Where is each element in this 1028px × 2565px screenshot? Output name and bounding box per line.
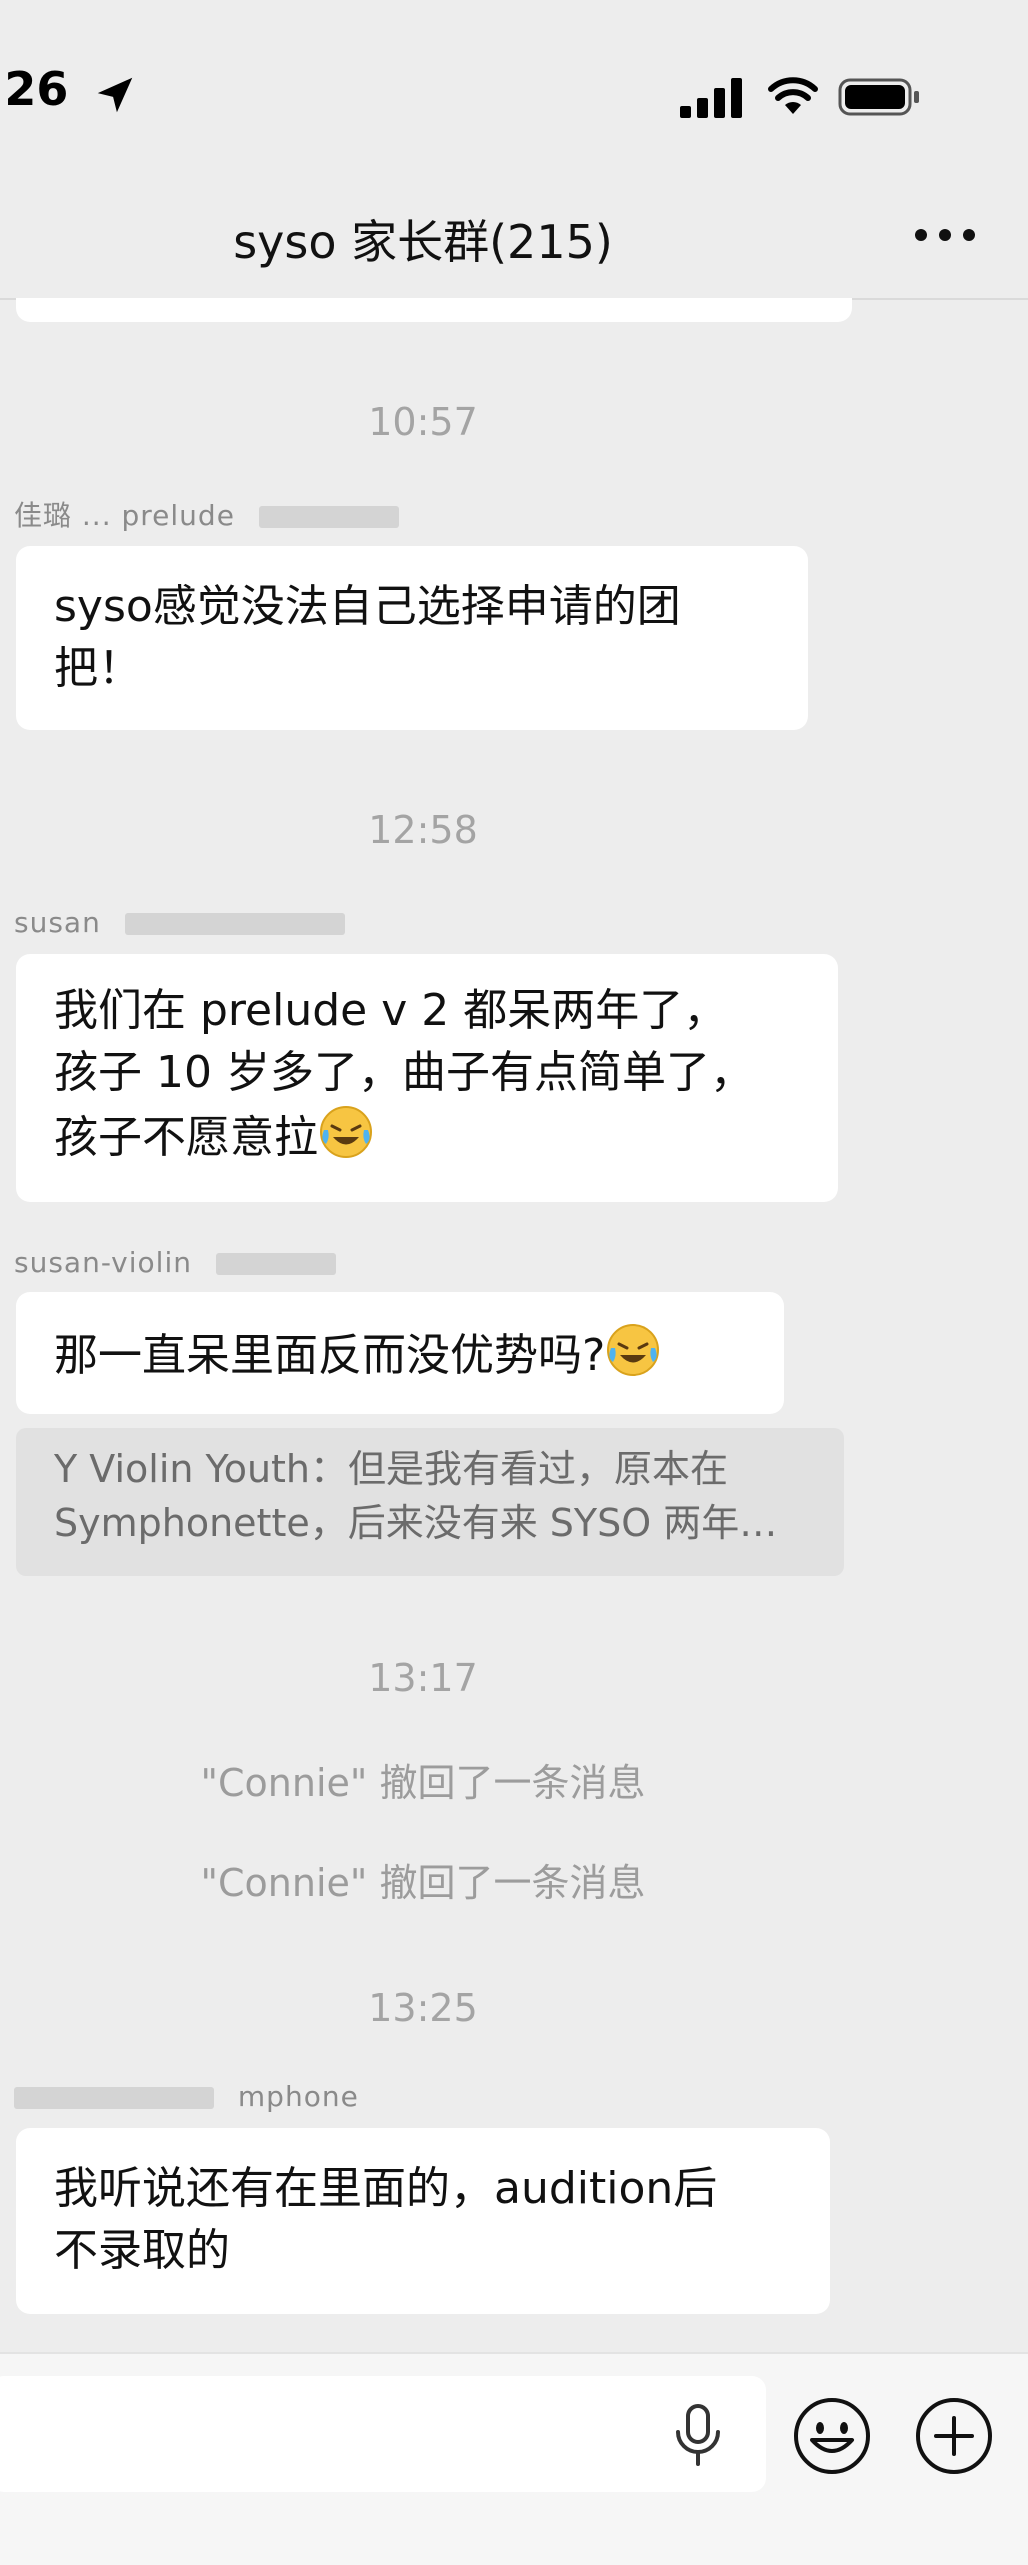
message-text: 孩子不愿意拉 [54, 1112, 318, 1163]
sender-name-text: susan [14, 906, 101, 939]
previous-message-bubble[interactable] [16, 298, 852, 322]
message-bubble[interactable]: 那一直呆里面反而没优势吗? [16, 1292, 784, 1414]
timestamp: 12:58 [368, 808, 478, 852]
crying-laughing-emoji-icon [320, 1106, 372, 1158]
message-text: 不录取的 [54, 2225, 230, 2276]
sender-name: 佳璐 ... prelude [14, 494, 399, 534]
microphone-icon[interactable] [668, 2402, 728, 2468]
message-text: 我听说还有在里面的，audition后 [54, 2163, 718, 2214]
sender-name: mphone [14, 2080, 359, 2113]
status-time: :26 [0, 62, 69, 116]
message-bubble[interactable]: 我听说还有在里面的，audition后 不录取的 [16, 2128, 830, 2314]
redacted-name [14, 2087, 214, 2109]
timestamp: 13:25 [368, 1986, 478, 2030]
message-bubble[interactable]: syso感觉没法自己选择申请的团 把！ [16, 546, 808, 730]
more-icon[interactable] [910, 222, 980, 248]
message-input[interactable] [0, 2376, 766, 2492]
sender-name-text: susan-violin [14, 1246, 192, 1279]
battery-icon [838, 78, 919, 116]
message-text: 那一直呆里面反而没优势吗? [54, 1330, 606, 1381]
message-bubble[interactable]: 我们在 prelude v 2 都呆两年了， 孩子 10 岁多了，曲子有点简单了… [16, 954, 838, 1202]
message-text: 孩子 10 岁多了，曲子有点简单了， [54, 1047, 754, 1098]
recall-notice: "Connie" 撤回了一条消息 [200, 1861, 646, 1905]
quote-text: Y Violin Youth：但是我有看过，原本在 [54, 1447, 729, 1491]
location-arrow-icon [97, 77, 133, 113]
chat-title: syso 家长群(215) [233, 215, 613, 269]
wifi-icon [768, 77, 818, 114]
message-text: 我们在 prelude v 2 都呆两年了， [54, 985, 728, 1036]
sticker-icon[interactable] [792, 2396, 872, 2476]
signal-icon [680, 78, 742, 118]
quoted-reply[interactable]: Y Violin Youth：但是我有看过，原本在 Symphonette，后来… [16, 1428, 844, 1576]
sender-name: susan-violin [14, 1246, 336, 1279]
sender-name-text: mphone [237, 2080, 359, 2113]
timestamp: 10:57 [368, 400, 478, 444]
sender-name: susan [14, 906, 345, 939]
crying-laughing-emoji-icon [607, 1324, 660, 1376]
message-text: 把！ [54, 643, 142, 694]
quote-text: Symphonette，后来没有来 SYSO 两年… [54, 1501, 778, 1545]
redacted-name [124, 913, 345, 935]
chat-screen: :26 syso 家长群(215) 10:57 佳璐 ... prelude s… [0, 0, 1028, 2565]
message-text: syso感觉没法自己选择申请的团 [54, 581, 681, 632]
sender-name-text: 佳璐 ... prelude [14, 499, 235, 532]
redacted-name [258, 506, 399, 528]
redacted-name [215, 1253, 336, 1275]
recall-notice: "Connie" 撤回了一条消息 [200, 1761, 646, 1805]
plus-icon[interactable] [914, 2396, 994, 2476]
timestamp: 13:17 [368, 1656, 478, 1700]
